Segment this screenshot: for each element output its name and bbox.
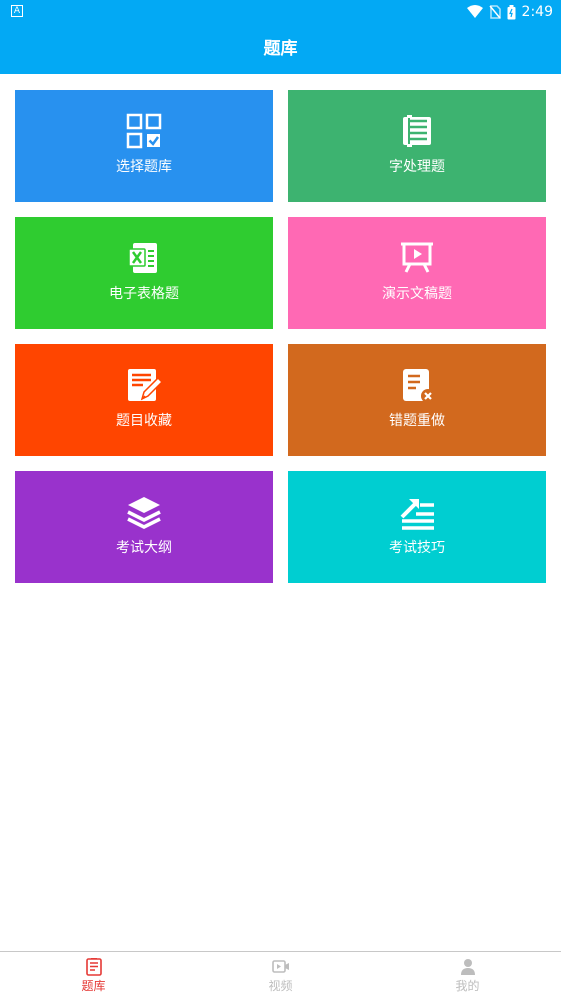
layers-icon [125, 493, 163, 531]
no-sim-icon [488, 5, 501, 19]
tile-label: 演示文稿题 [382, 286, 452, 302]
tile-label: 电子表格题 [109, 286, 179, 302]
tile-spreadsheet[interactable]: 电子表格题 [15, 217, 273, 329]
video-icon [271, 958, 291, 976]
tile-label: 考试技巧 [389, 540, 445, 556]
tile-wrong-redo[interactable]: 错题重做 [288, 344, 546, 456]
tile-favorites[interactable]: 题目收藏 [15, 344, 273, 456]
tile-word-processing[interactable]: 字处理题 [288, 90, 546, 202]
checklist-grid-icon [125, 112, 163, 150]
person-icon [458, 958, 478, 976]
wrong-note-icon [398, 366, 436, 404]
tile-syllabus[interactable]: 考试大纲 [15, 471, 273, 583]
nav-item-question-bank[interactable]: 题库 [0, 952, 187, 998]
tile-choice-bank[interactable]: 选择题库 [15, 90, 273, 202]
page-title: 题库 [263, 39, 298, 59]
nav-item-video[interactable]: 视频 [187, 952, 374, 998]
excel-icon [125, 239, 163, 277]
wifi-icon [466, 5, 483, 19]
status-bar: A 2:49 [0, 0, 561, 24]
tile-label: 字处理题 [389, 159, 445, 175]
battery-icon [507, 4, 516, 20]
app-bar: 题库 [0, 24, 561, 74]
trend-list-icon [398, 493, 436, 531]
tile-presentation[interactable]: 演示文稿题 [288, 217, 546, 329]
tile-label: 错题重做 [389, 413, 445, 429]
notification-icon: A [11, 5, 23, 17]
tile-label: 考试大纲 [116, 540, 172, 556]
nav-label: 题库 [81, 979, 106, 993]
status-time: 2:49 [521, 4, 553, 20]
status-indicators: 2:49 [466, 3, 553, 21]
bottom-nav: 题库 视频 我的 [0, 951, 561, 998]
nav-label: 视频 [268, 979, 293, 993]
note-edit-icon [125, 366, 163, 404]
nav-item-mine[interactable]: 我的 [374, 952, 561, 998]
tile-label: 题目收藏 [116, 413, 172, 429]
nav-label: 我的 [455, 979, 480, 993]
tile-exam-tips[interactable]: 考试技巧 [288, 471, 546, 583]
question-bank-icon [84, 958, 104, 976]
presentation-icon [398, 239, 436, 277]
tile-label: 选择题库 [116, 159, 172, 175]
document-list-icon [398, 112, 436, 150]
